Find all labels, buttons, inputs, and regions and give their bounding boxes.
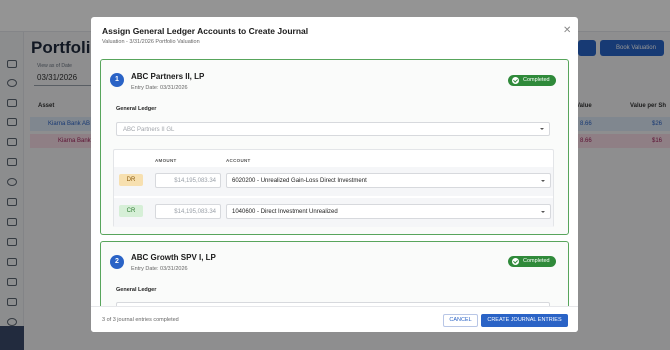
status-badge: Completed (508, 256, 556, 267)
close-icon[interactable]: ✕ (563, 25, 571, 36)
amount-input[interactable]: $14,195,083.34 (155, 204, 221, 219)
status-badge-label: Completed (523, 258, 550, 264)
status-badge-label: Completed (523, 77, 550, 83)
create-journal-entries-button[interactable]: CREATE JOURNAL ENTRIES (481, 314, 568, 327)
journal-entries-table: AMOUNT ACCOUNT DR $14,195,083.34 6020200… (113, 149, 554, 227)
account-value: 1040600 - Direct Investment Unrealized (232, 209, 338, 215)
journal-card: 2 ABC Growth SPV I, LP Entry Date: 03/31… (100, 241, 569, 306)
modal-title: Assign General Ledger Accounts to Create… (102, 26, 309, 36)
credit-pill: CR (119, 205, 143, 217)
modal-body: 1 ABC Partners II, LP Entry Date: 03/31/… (91, 55, 578, 306)
account-header: ACCOUNT (226, 158, 251, 163)
chevron-down-icon (541, 211, 545, 213)
general-ledger-value: ABC Partners II GL (123, 126, 175, 133)
completion-status: 3 of 3 journal entries completed (102, 317, 179, 323)
status-badge: Completed (508, 75, 556, 86)
journal-modal: Assign General Ledger Accounts to Create… (91, 17, 578, 332)
entry-row-credit: CR $14,195,083.34 1040600 - Direct Inves… (114, 198, 553, 227)
general-ledger-label: General Ledger (116, 106, 157, 112)
journal-card: 1 ABC Partners II, LP Entry Date: 03/31/… (100, 59, 569, 235)
card-number: 2 (110, 255, 124, 269)
general-ledger-select[interactable]: ABC Partners II GL (116, 122, 550, 136)
account-value: 6020200 - Unrealized Gain-Loss Direct In… (232, 178, 367, 184)
account-select[interactable]: 6020200 - Unrealized Gain-Loss Direct In… (226, 173, 551, 188)
modal-subtitle: Valuation - 3/31/2026 Portfolio Valuatio… (102, 39, 200, 45)
chevron-down-icon (541, 180, 545, 182)
check-circle-icon (512, 258, 519, 265)
card-title: ABC Growth SPV I, LP (131, 253, 216, 262)
cancel-button[interactable]: CANCEL (443, 314, 478, 327)
general-ledger-label: General Ledger (116, 287, 157, 293)
amount-header: AMOUNT (155, 158, 177, 163)
card-number: 1 (110, 73, 124, 87)
amount-input[interactable]: $14,195,083.34 (155, 173, 221, 188)
chevron-down-icon (540, 128, 544, 130)
entry-date: Entry Date: 03/31/2026 (131, 266, 188, 272)
card-title: ABC Partners II, LP (131, 72, 205, 81)
entry-row-debit: DR $14,195,083.34 6020200 - Unrealized G… (114, 167, 553, 196)
debit-pill: DR (119, 174, 143, 186)
entry-date: Entry Date: 03/31/2026 (131, 85, 188, 91)
account-select[interactable]: 1040600 - Direct Investment Unrealized (226, 204, 551, 219)
modal-footer: 3 of 3 journal entries completed CANCEL … (91, 306, 578, 332)
check-circle-icon (512, 77, 519, 84)
